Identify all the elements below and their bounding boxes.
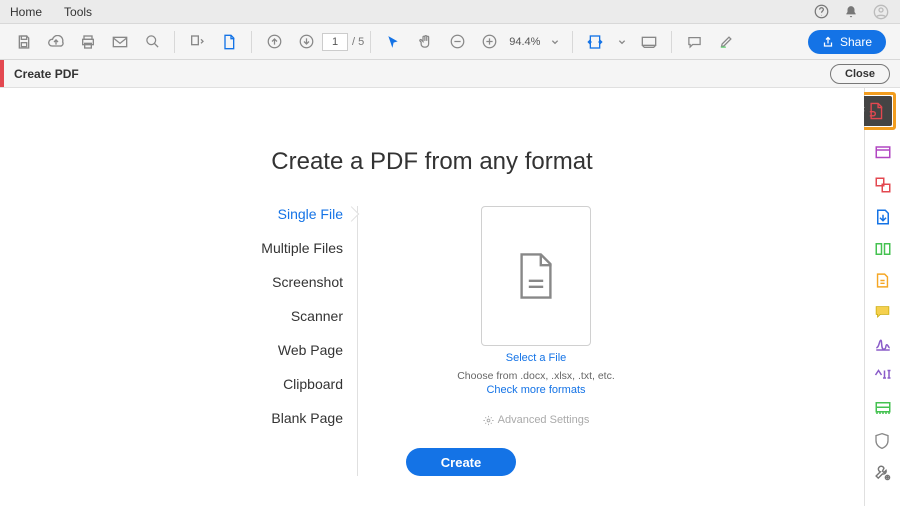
- separator: [251, 31, 252, 53]
- menubar: Home Tools: [0, 0, 900, 24]
- zoom-in-icon[interactable]: [479, 32, 499, 52]
- separator: [370, 31, 371, 53]
- active-indicator: [0, 60, 4, 87]
- share-label: Share: [840, 35, 872, 49]
- rail-sign-icon[interactable]: [874, 336, 892, 354]
- fit-width-icon[interactable]: [585, 32, 605, 52]
- option-clipboard[interactable]: Clipboard: [283, 376, 343, 392]
- close-button[interactable]: Close: [830, 64, 890, 84]
- arrow-down-icon[interactable]: [296, 32, 316, 52]
- option-multiple-files[interactable]: Multiple Files: [261, 240, 343, 256]
- zoom-level[interactable]: 94.4%: [509, 36, 540, 48]
- zoom-out-icon[interactable]: [447, 32, 467, 52]
- create-pdf-panel: Create a PDF from any format Single File…: [0, 112, 864, 506]
- check-formats-link[interactable]: Check more formats: [406, 384, 666, 396]
- rail-scan-icon[interactable]: [874, 400, 892, 418]
- print-icon[interactable]: [78, 32, 98, 52]
- help-icon[interactable]: [812, 3, 830, 21]
- share-button[interactable]: Share: [808, 30, 886, 54]
- separator: [572, 31, 573, 53]
- menu-home[interactable]: Home: [10, 5, 42, 19]
- rail-edit-icon[interactable]: [874, 272, 892, 290]
- advanced-settings[interactable]: Advanced Settings: [406, 414, 666, 426]
- separator: [671, 31, 672, 53]
- rail-organize-icon[interactable]: [874, 240, 892, 258]
- option-web-page[interactable]: Web Page: [278, 342, 343, 358]
- hand-tool-icon[interactable]: [415, 32, 435, 52]
- separator: [174, 31, 175, 53]
- pdf-icon: [868, 102, 884, 120]
- page-number-input[interactable]: [322, 33, 348, 51]
- page-heading: Create a PDF from any format: [271, 148, 592, 176]
- option-single-file[interactable]: Single File: [278, 206, 343, 222]
- mail-icon[interactable]: [110, 32, 130, 52]
- option-screenshot[interactable]: Screenshot: [272, 274, 343, 290]
- workspace: Create a PDF from any format Single File…: [0, 88, 864, 506]
- chevron-down-icon[interactable]: [550, 32, 560, 52]
- highlight-icon[interactable]: [716, 32, 736, 52]
- cloud-icon[interactable]: [46, 32, 66, 52]
- save-icon[interactable]: [14, 32, 34, 52]
- rail-forms-icon[interactable]: [874, 368, 892, 386]
- document-icon: [516, 252, 556, 300]
- menu-tools[interactable]: Tools: [64, 5, 92, 19]
- option-scanner[interactable]: Scanner: [291, 308, 343, 324]
- chevron-down-icon[interactable]: [617, 32, 627, 52]
- select-file-link[interactable]: Select a File: [406, 352, 666, 364]
- read-mode-icon[interactable]: [639, 32, 659, 52]
- page-total: / 5: [352, 36, 364, 48]
- search-icon[interactable]: [142, 32, 162, 52]
- comment-icon[interactable]: [684, 32, 704, 52]
- rail-protect-icon[interactable]: [874, 432, 892, 450]
- tools-rail: [864, 88, 900, 506]
- context-title: Create PDF: [14, 67, 79, 81]
- file-select-panel: Select a File Choose from .docx, .xlsx, …: [406, 206, 666, 476]
- file-dropzone[interactable]: [481, 206, 591, 346]
- advanced-label: Advanced Settings: [498, 414, 590, 426]
- rail-more-tools-icon[interactable]: [874, 464, 892, 482]
- bell-icon[interactable]: [842, 3, 860, 21]
- context-bar: Create PDF Close: [0, 60, 900, 88]
- option-blank-page[interactable]: Blank Page: [271, 410, 343, 426]
- page-icon[interactable]: [219, 32, 239, 52]
- rail-create-pdf-icon[interactable]: [874, 144, 892, 162]
- rail-export-icon[interactable]: [874, 208, 892, 226]
- share-icon: [822, 36, 834, 48]
- source-options: Single File Multiple Files Screenshot Sc…: [198, 206, 358, 476]
- rail-note-icon[interactable]: [874, 304, 892, 322]
- gear-icon: [483, 415, 494, 426]
- rail-combine-icon[interactable]: [874, 176, 892, 194]
- page-nav-icon[interactable]: [187, 32, 207, 52]
- main-toolbar: / 5 94.4% Share: [0, 24, 900, 60]
- arrow-up-icon[interactable]: [264, 32, 284, 52]
- arrow-tool-icon[interactable]: [383, 32, 403, 52]
- profile-icon[interactable]: [872, 3, 890, 21]
- file-types-hint: Choose from .docx, .xlsx, .txt, etc.: [406, 370, 666, 382]
- create-button[interactable]: Create: [406, 448, 516, 476]
